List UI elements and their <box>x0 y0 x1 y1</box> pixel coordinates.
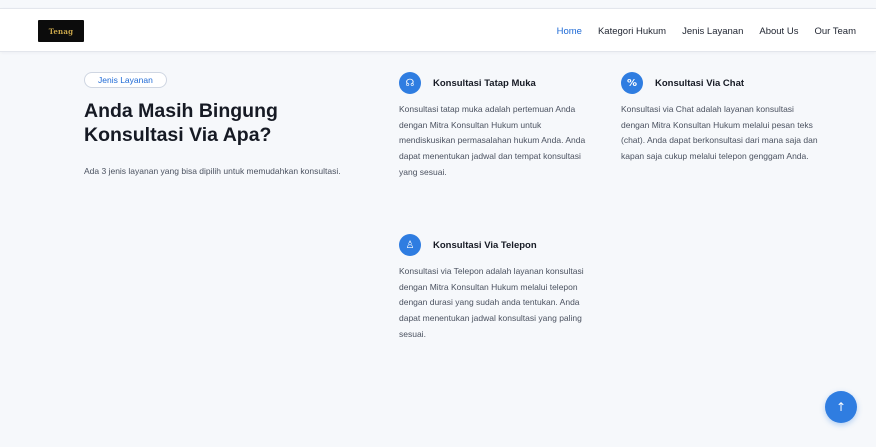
nav-item-home[interactable]: Home <box>557 26 582 37</box>
arrow-up-icon: ↑ <box>835 400 847 414</box>
service-card-description: Konsultasi tatap muka adalah pertemuan A… <box>399 104 586 177</box>
nav-item-kategori-hukum[interactable]: Kategori Hukum <box>598 26 666 37</box>
service-card-title: Konsultasi Tatap Muka <box>433 77 536 89</box>
handshake-icon: ☊ <box>399 72 421 94</box>
scroll-to-top-button[interactable]: ↑ <box>825 391 857 423</box>
service-card-description: Konsultasi via Telepon adalah layanan ko… <box>399 266 584 339</box>
main-nav: Home Kategori Hukum Jenis Layanan About … <box>541 9 856 53</box>
section-title-line-1: Anda Masih Bingung <box>84 100 278 122</box>
nav-item-our-team[interactable]: Our Team <box>814 26 856 37</box>
service-card-title: Konsultasi Via Telepon <box>433 239 537 251</box>
nav-item-jenis-layanan[interactable]: Jenis Layanan <box>682 26 743 37</box>
services-section: Jenis Layanan Anda Masih Bingung Konsult… <box>0 52 876 447</box>
section-title: Anda Masih Bingung Konsultasi Via Apa? <box>84 99 344 147</box>
service-card-header: ☊ Konsultasi Tatap Muka <box>399 71 599 95</box>
brand-logo-text: Tenag <box>48 26 74 36</box>
badge-icon: ♙ <box>399 234 421 256</box>
service-card-header: % Konsultasi Via Chat <box>621 71 821 95</box>
service-card-header: ♙ Konsultasi Via Telepon <box>399 233 599 257</box>
percent-icon: % <box>621 72 643 94</box>
section-tag-badge: Jenis Layanan <box>84 72 167 88</box>
service-card-via-telepon: ♙ Konsultasi Via Telepon Konsultasi via … <box>399 233 599 343</box>
service-card-description: Konsultasi via Chat adalah layanan konsu… <box>621 104 818 162</box>
service-card-tatap-muka: ☊ Konsultasi Tatap Muka Konsultasi tatap… <box>399 71 599 181</box>
brand-logo[interactable]: Tenag <box>38 20 84 42</box>
navbar: Tenag Home Kategori Hukum Jenis Layanan … <box>0 8 876 52</box>
section-title-line-2: Konsultasi Via Apa? <box>84 124 272 146</box>
section-intro: Ada 3 jenis layanan yang bisa dipilih un… <box>84 166 341 176</box>
service-card-title: Konsultasi Via Chat <box>655 77 745 89</box>
service-card-via-chat: % Konsultasi Via Chat Konsultasi via Cha… <box>621 71 821 165</box>
nav-item-about-us[interactable]: About Us <box>759 26 798 37</box>
